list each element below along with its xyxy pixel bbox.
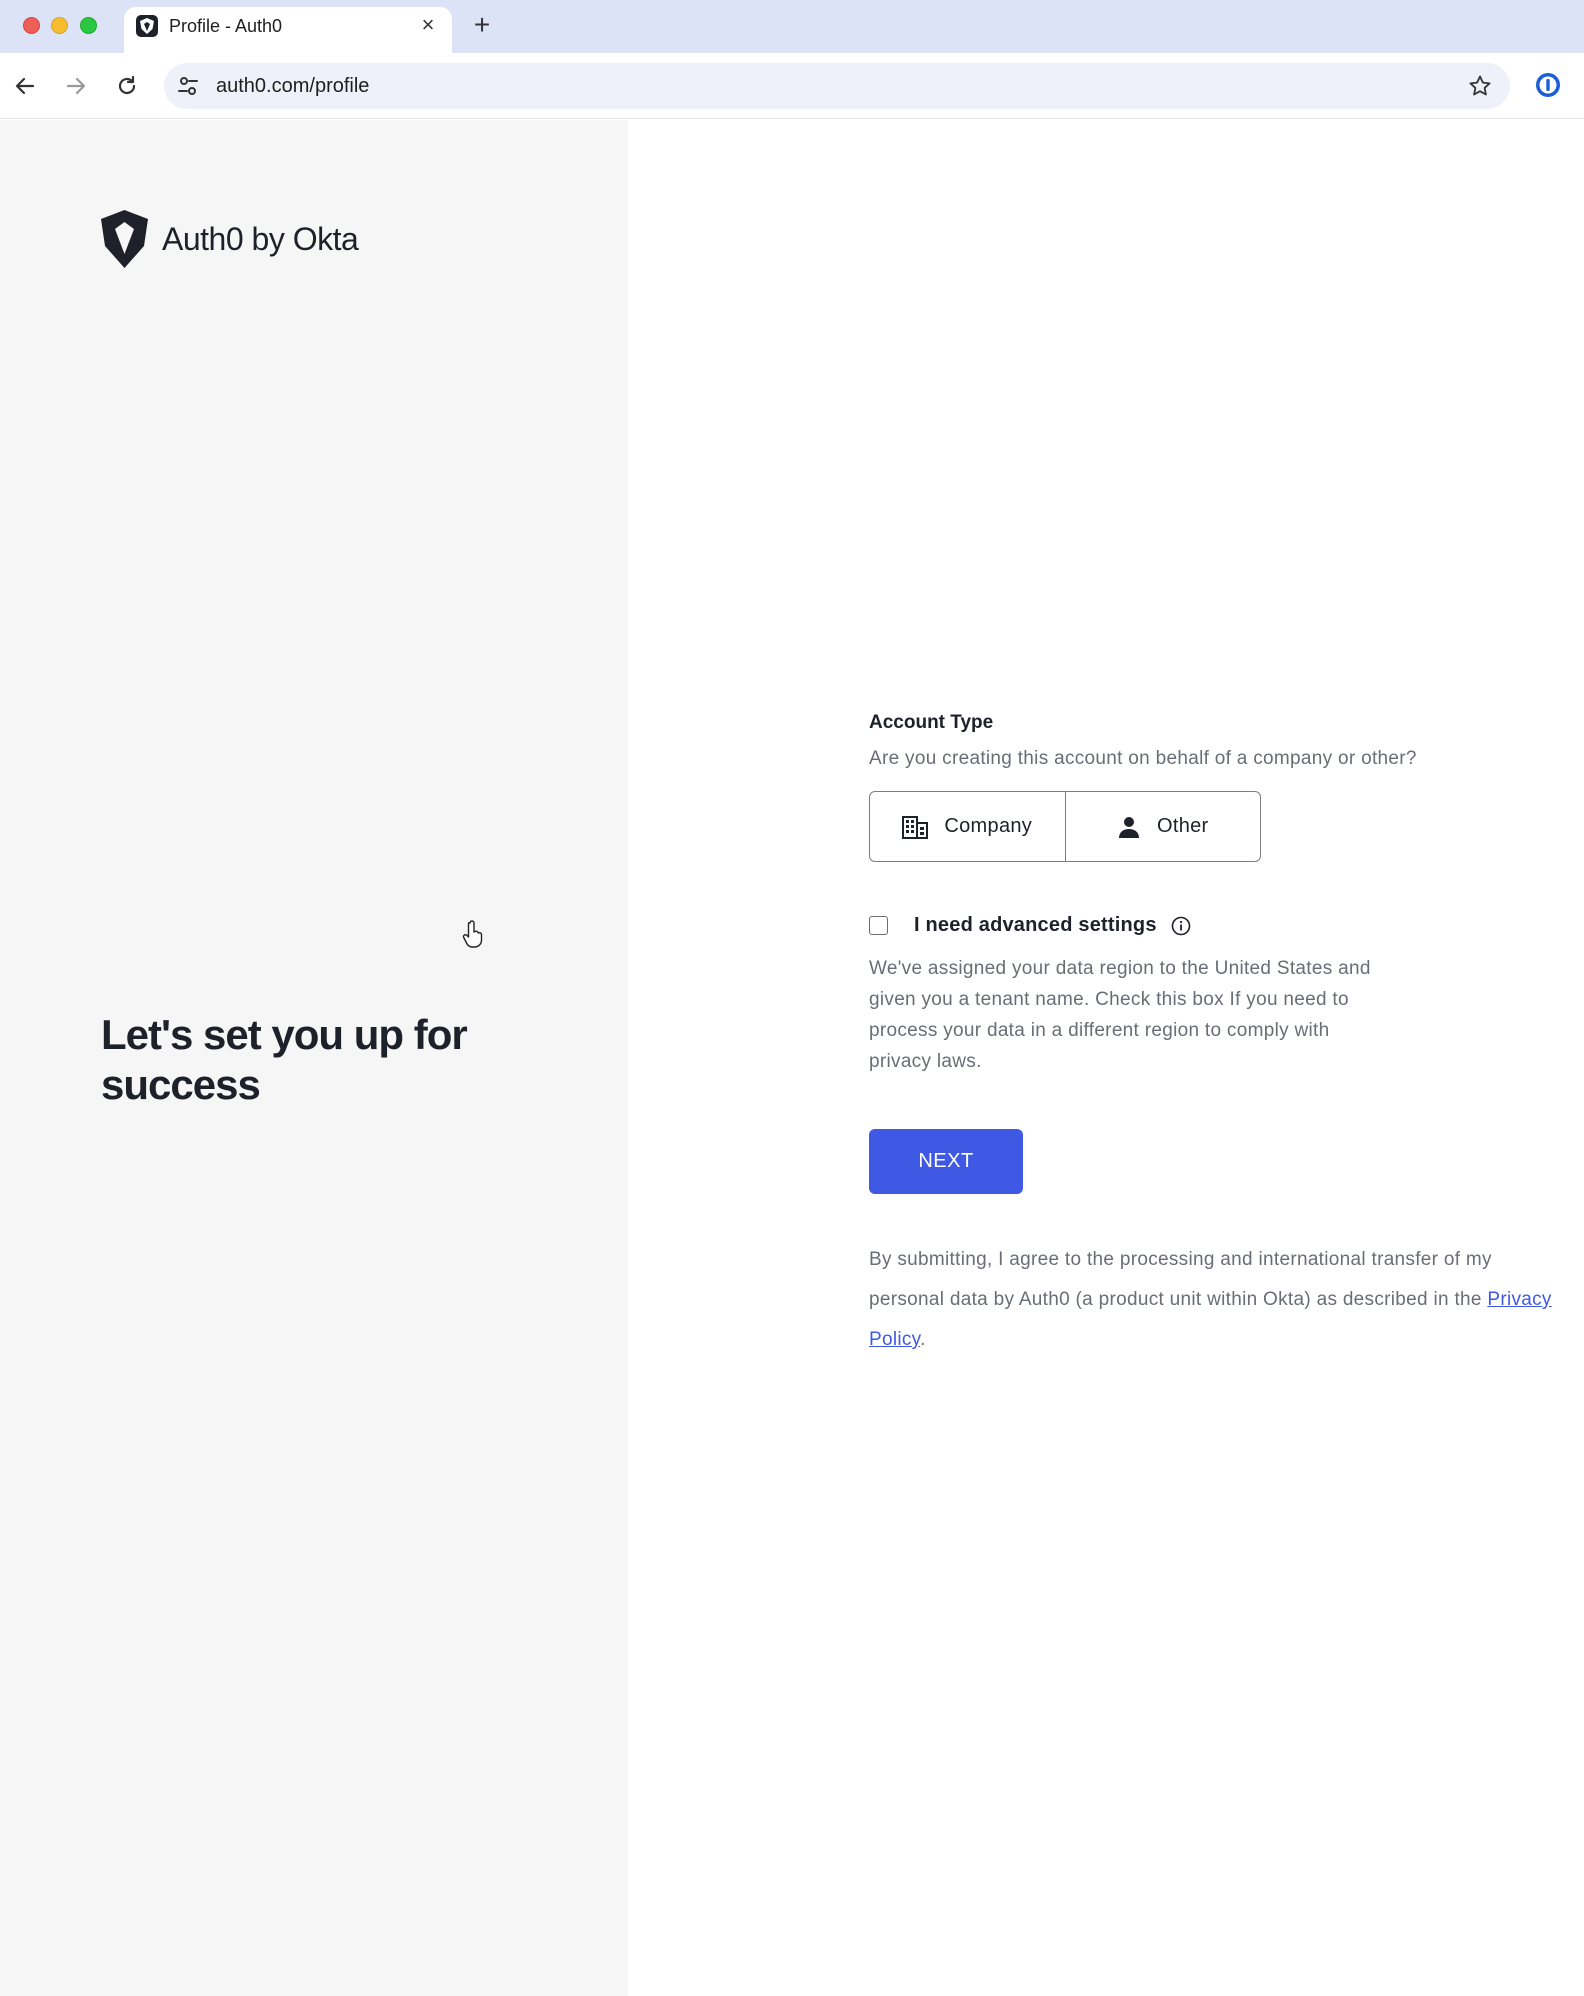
- legal-text: By submitting, I agree to the processing…: [869, 1249, 1492, 1310]
- advanced-settings-checkbox[interactable]: [869, 916, 888, 935]
- hero-heading: Let's set you up for success: [101, 1011, 468, 1108]
- account-type-selector: Company Other: [869, 791, 1261, 862]
- company-option-label: Company: [944, 815, 1033, 837]
- next-button[interactable]: NEXT: [869, 1129, 1023, 1194]
- person-icon: [1118, 816, 1139, 838]
- legal-disclaimer: By submitting, I agree to the processing…: [869, 1240, 1569, 1360]
- new-tab-icon[interactable]: +: [468, 10, 496, 40]
- close-window-button[interactable]: [23, 17, 40, 34]
- logo-text: Auth0 by Okta: [162, 220, 359, 257]
- site-settings-icon[interactable]: [176, 74, 200, 98]
- auth0-shield-icon: [101, 210, 148, 268]
- url-text: auth0.com/profile: [216, 75, 370, 97]
- bookmark-star-icon[interactable]: [1468, 74, 1492, 98]
- advanced-settings-row: I need advanced settings: [869, 914, 1569, 937]
- back-arrow-icon[interactable]: [10, 71, 40, 101]
- account-type-question: Are you creating this account on behalf …: [869, 748, 1417, 769]
- tab-title: Profile - Auth0: [169, 16, 283, 36]
- address-bar[interactable]: auth0.com/profile: [164, 63, 1510, 109]
- auth0-logo: Auth0 by Okta: [101, 210, 359, 268]
- password-manager-extension-icon[interactable]: [1534, 71, 1562, 99]
- browser-tab-active[interactable]: Profile - Auth0 ×: [124, 7, 452, 53]
- company-option-button[interactable]: Company: [870, 792, 1065, 861]
- advanced-settings-description: We've assigned your data region to the U…: [869, 958, 1371, 1072]
- account-type-label: Account Type: [869, 712, 994, 733]
- brand-panel: Auth0 by Okta Let's set you up for succe…: [0, 120, 628, 1996]
- minimize-window-button[interactable]: [51, 17, 68, 34]
- legal-suffix: .: [920, 1329, 926, 1350]
- forward-arrow-icon[interactable]: [61, 71, 91, 101]
- other-option-label: Other: [1156, 815, 1209, 837]
- advanced-settings-label[interactable]: I need advanced settings: [914, 914, 1157, 937]
- auth0-favicon-icon: [136, 15, 158, 37]
- browser-toolbar: auth0.com/profile: [0, 53, 1584, 119]
- account-type-form: Account Type Are you creating this accou…: [869, 712, 1569, 1360]
- browser-tab-bar: Profile - Auth0 × +: [0, 0, 1584, 53]
- building-icon: [902, 815, 929, 839]
- other-option-button[interactable]: Other: [1064, 792, 1261, 861]
- maximize-window-button[interactable]: [80, 17, 97, 34]
- info-icon[interactable]: [1171, 916, 1191, 936]
- tab-close-icon[interactable]: ×: [416, 13, 440, 37]
- reload-icon[interactable]: [112, 71, 142, 101]
- hand-cursor-icon: [462, 920, 486, 948]
